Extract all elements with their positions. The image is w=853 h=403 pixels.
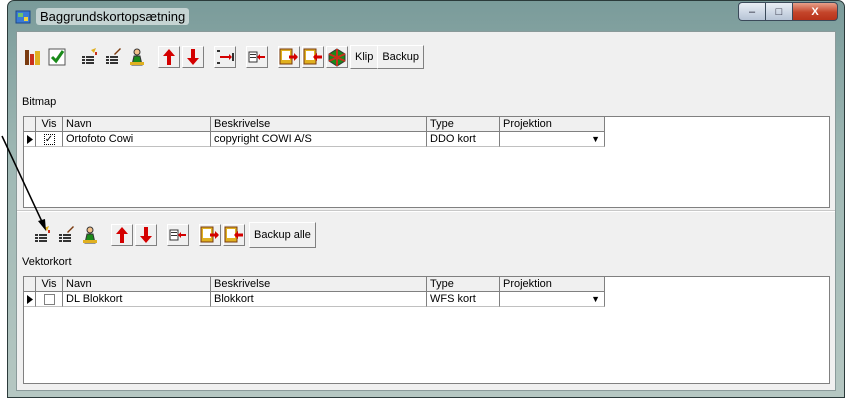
minimize-button[interactable]: – xyxy=(738,2,765,21)
vektor-toolbar: Backup alle xyxy=(31,222,316,248)
edit-icon xyxy=(32,225,52,245)
export-button[interactable] xyxy=(199,224,221,246)
backup-button[interactable]: Backup xyxy=(377,45,425,69)
person-icon xyxy=(127,47,147,67)
row-pointer-icon xyxy=(24,132,36,147)
col-header-beskrivelse[interactable]: Beskrivelse xyxy=(211,117,427,132)
klip-button[interactable]: Klip xyxy=(350,45,379,69)
person-button[interactable] xyxy=(79,224,101,246)
tool-button[interactable] xyxy=(22,46,44,68)
edit-row-button[interactable] xyxy=(102,46,124,68)
edit-icon xyxy=(56,225,76,245)
bitmap-toolbar: Klip Backup xyxy=(22,45,425,69)
col-header-vis[interactable]: Vis xyxy=(36,117,63,132)
cell-type[interactable]: WFS kort xyxy=(427,292,500,307)
person-icon xyxy=(80,225,100,245)
vektor-section-label: Vektorkort xyxy=(22,256,72,268)
move-up-button[interactable] xyxy=(158,46,180,68)
projektion-select[interactable]: ▼ xyxy=(500,292,605,307)
person-button[interactable] xyxy=(126,46,148,68)
app-icon xyxy=(15,9,31,25)
cell-type[interactable]: DDO kort xyxy=(427,132,500,147)
insert-icon xyxy=(168,226,188,244)
map-button[interactable] xyxy=(326,46,348,68)
arrow-down-icon xyxy=(139,226,153,244)
arrow-up-icon xyxy=(162,48,176,66)
vektor-grid-header: Vis Navn Beskrivelse Type Projektion xyxy=(24,277,829,292)
client-area: Klip Backup Bitmap Vis Navn Beskrivelse … xyxy=(16,31,836,391)
bitmap-grid-header: Vis Navn Beskrivelse Type Projektion xyxy=(24,117,829,132)
projektion-select[interactable]: ▼ xyxy=(500,132,605,147)
import-icon xyxy=(224,225,244,245)
move-up-button[interactable] xyxy=(111,224,133,246)
cell-beskrivelse[interactable]: copyright COWI A/S xyxy=(211,132,427,147)
bitmap-section-label: Bitmap xyxy=(22,96,57,108)
new-row-button[interactable] xyxy=(78,46,100,68)
minimize-icon: – xyxy=(748,5,756,18)
map-icon xyxy=(327,47,347,67)
insert-button[interactable] xyxy=(246,46,268,68)
vis-checkbox[interactable]: ✓ xyxy=(43,133,55,145)
col-header-type[interactable]: Type xyxy=(427,117,500,132)
title-bar[interactable]: Baggrundskortopsætning – □ X xyxy=(8,1,844,31)
insert-icon xyxy=(247,48,267,66)
maximize-button[interactable]: □ xyxy=(765,2,792,21)
app-window: Baggrundskortopsætning – □ X Klip Backup… xyxy=(7,0,845,398)
export-icon xyxy=(200,225,220,245)
klip-label: Klip xyxy=(355,51,374,63)
export-icon xyxy=(279,47,299,67)
edit-row-button[interactable] xyxy=(55,224,77,246)
vektor-grid[interactable]: Vis Navn Beskrivelse Type Projektion DL … xyxy=(23,276,830,384)
check-button[interactable] xyxy=(46,46,68,68)
cell-navn[interactable]: Ortofoto Cowi xyxy=(63,132,211,147)
dropdown-arrow-icon[interactable]: ▼ xyxy=(591,292,600,306)
vis-checkbox[interactable] xyxy=(43,293,55,305)
dropdown-arrow-icon[interactable]: ▼ xyxy=(591,132,600,146)
export-button[interactable] xyxy=(278,46,300,68)
import-icon xyxy=(303,47,323,67)
tool-icon xyxy=(23,47,43,67)
move-icon xyxy=(215,48,235,66)
col-header-navn[interactable]: Navn xyxy=(63,277,211,292)
move-button[interactable] xyxy=(214,46,236,68)
table-row[interactable]: DL Blokkort Blokkort WFS kort ▼ xyxy=(24,292,829,307)
import-button[interactable] xyxy=(302,46,324,68)
arrow-down-icon xyxy=(186,48,200,66)
col-header-projektion[interactable]: Projektion xyxy=(500,117,605,132)
move-down-button[interactable] xyxy=(182,46,204,68)
cell-beskrivelse[interactable]: Blokkort xyxy=(211,292,427,307)
backup-alle-label: Backup alle xyxy=(254,229,311,241)
new-row-button[interactable] xyxy=(31,224,53,246)
bitmap-grid[interactable]: Vis Navn Beskrivelse Type Projektion ✓ O… xyxy=(23,116,830,208)
backup-alle-button[interactable]: Backup alle xyxy=(249,222,316,248)
arrow-up-icon xyxy=(115,226,129,244)
edit-icon xyxy=(103,47,123,67)
col-header-projektion[interactable]: Projektion xyxy=(500,277,605,292)
row-pointer-icon xyxy=(24,292,36,307)
col-header-beskrivelse[interactable]: Beskrivelse xyxy=(211,277,427,292)
move-down-button[interactable] xyxy=(135,224,157,246)
cell-navn[interactable]: DL Blokkort xyxy=(63,292,211,307)
maximize-icon: □ xyxy=(775,5,783,18)
col-header-vis[interactable]: Vis xyxy=(36,277,63,292)
close-button[interactable]: X xyxy=(792,2,838,21)
backup-label: Backup xyxy=(382,51,420,63)
edit-icon xyxy=(79,47,99,67)
import-button[interactable] xyxy=(223,224,245,246)
section-divider xyxy=(17,210,835,212)
col-header-type[interactable]: Type xyxy=(427,277,500,292)
check-icon xyxy=(47,47,67,67)
col-header-navn[interactable]: Navn xyxy=(63,117,211,132)
insert-button[interactable] xyxy=(167,224,189,246)
close-icon: X xyxy=(811,5,819,18)
table-row[interactable]: ✓ Ortofoto Cowi copyright COWI A/S DDO k… xyxy=(24,132,829,147)
window-title: Baggrundskortopsætning xyxy=(36,8,190,25)
